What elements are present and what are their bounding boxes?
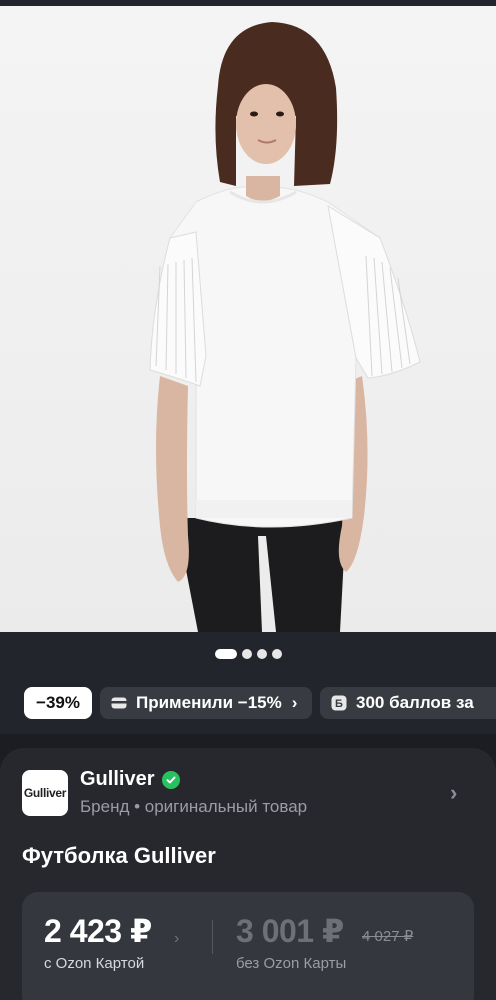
price-divider <box>212 920 213 954</box>
gallery-pagination[interactable] <box>0 632 496 676</box>
product-image <box>149 22 421 632</box>
svg-text:Б: Б <box>335 698 343 710</box>
old-price: 4 027 ₽ <box>362 928 414 945</box>
product-title: Футболка Gulliver <box>22 843 216 868</box>
product-photo[interactable] <box>0 6 496 632</box>
applied-discount-chip[interactable]: Применили −15% › <box>100 687 312 719</box>
brand-name: Gulliver <box>80 768 155 790</box>
brand-subtitle: Бренд • оригинальный товар <box>80 797 308 816</box>
pagination-dot-active[interactable] <box>214 649 237 659</box>
pagination-dot[interactable] <box>271 649 282 659</box>
verified-check-icon <box>162 770 181 789</box>
brand-logo[interactable]: Gulliver <box>22 770 68 816</box>
promo-chips: −39% Применили −15% › Б 300 баллов за <box>0 676 496 734</box>
points-chip[interactable]: Б 300 баллов за <box>320 687 496 719</box>
regular-price: 3 001 ₽ <box>236 913 344 949</box>
regular-price-label: без Ozon Карты <box>236 955 347 972</box>
points-label: 300 баллов за <box>356 693 474 712</box>
chevron-right-icon[interactable]: › <box>450 780 457 806</box>
ozon-card-label: с Ozon Картой <box>44 955 145 972</box>
brand-logo-text: Gulliver <box>23 786 67 800</box>
chevron-right-icon[interactable]: › <box>174 930 179 948</box>
card-icon <box>110 696 128 710</box>
chevron-right-icon: › <box>291 693 298 712</box>
discount-badge: −39% <box>24 687 92 719</box>
ozon-card-price: 2 423 ₽ <box>44 913 152 949</box>
bonus-b-icon: Б <box>330 695 348 711</box>
pagination-dot[interactable] <box>256 649 267 659</box>
applied-discount-label: Применили −15% <box>136 693 282 712</box>
brand-name-row[interactable]: Gulliver <box>80 768 181 791</box>
pagination-dot[interactable] <box>241 649 252 659</box>
discount-label: −39% <box>36 693 80 712</box>
